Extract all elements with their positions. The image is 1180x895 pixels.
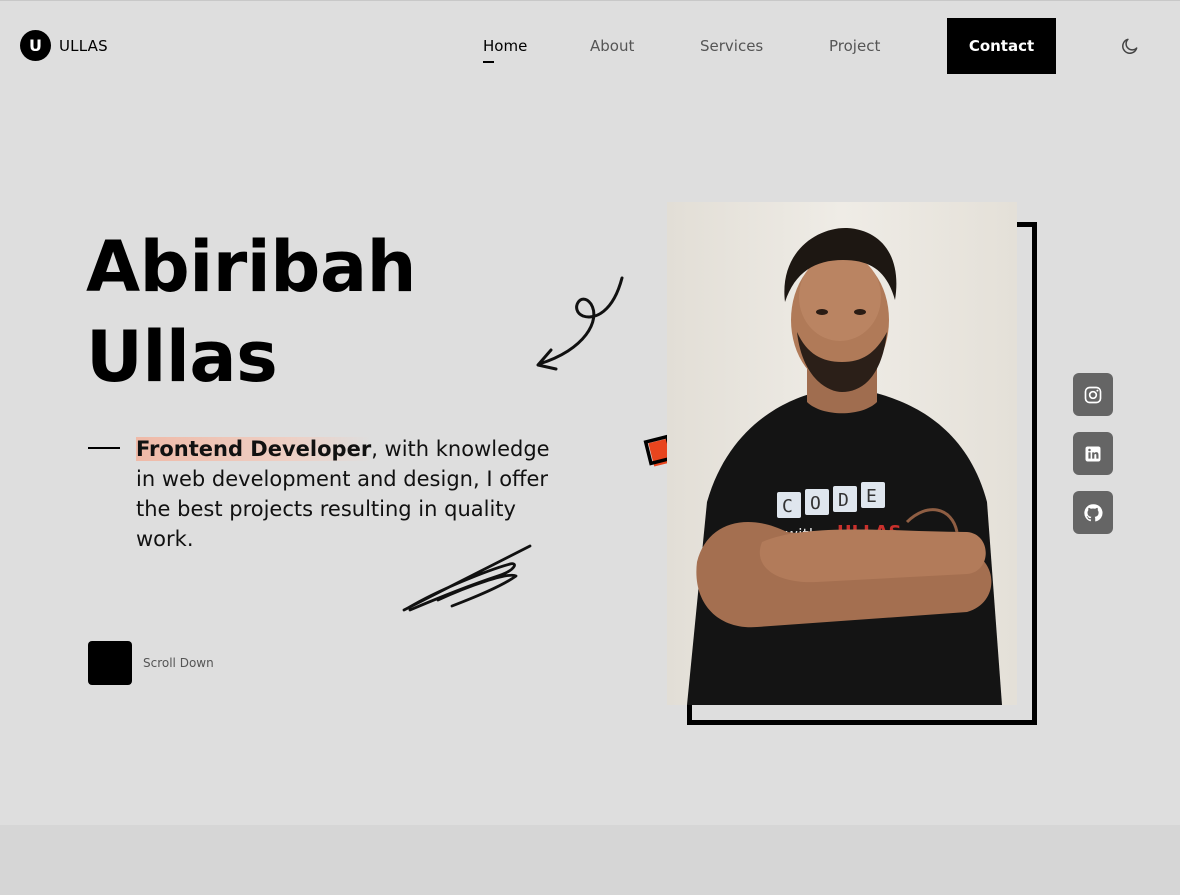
svg-text:O: O xyxy=(810,493,821,514)
nav-home-label: Home xyxy=(483,37,528,55)
linkedin-icon xyxy=(1085,446,1101,461)
svg-text:E: E xyxy=(866,486,877,507)
svg-text:D: D xyxy=(838,490,849,511)
contact-button[interactable]: Contact xyxy=(947,18,1056,74)
hero-last-name: Ullas xyxy=(86,316,278,398)
curly-arrow-doodle xyxy=(536,276,624,371)
active-indicator xyxy=(483,61,494,63)
nav-home[interactable]: Home xyxy=(483,37,528,63)
next-section-band xyxy=(0,825,1180,895)
scroll-down-label: Scroll Down xyxy=(143,656,214,670)
description-dash xyxy=(88,447,120,449)
svg-text:C: C xyxy=(782,496,793,517)
github-link[interactable] xyxy=(1073,491,1113,534)
logo-badge: U xyxy=(20,30,51,61)
hero-description: Frontend Developer, with knowledge in we… xyxy=(136,434,556,554)
theme-toggle[interactable] xyxy=(1118,34,1142,58)
role-highlight: Frontend Developer xyxy=(136,437,372,461)
linkedin-link[interactable] xyxy=(1073,432,1113,475)
nav-project[interactable]: Project xyxy=(829,37,880,55)
logo[interactable]: U ULLAS xyxy=(20,30,108,61)
profile-photo: C O D E with ULLAS xyxy=(667,202,1017,705)
scribble-doodle xyxy=(402,544,532,612)
logo-text: ULLAS xyxy=(59,36,108,55)
moon-icon xyxy=(1122,38,1138,54)
instagram-link[interactable] xyxy=(1073,373,1113,416)
nav-about[interactable]: About xyxy=(590,37,634,55)
hero-first-name: Abiribah xyxy=(86,226,416,308)
github-icon xyxy=(1084,503,1103,521)
instagram-icon xyxy=(1084,386,1102,403)
hero-name: Abiribah Ullas xyxy=(86,222,506,402)
portrait-illustration: C O D E with ULLAS xyxy=(667,202,1017,705)
top-divider xyxy=(0,0,1180,1)
scroll-down-button[interactable] xyxy=(88,641,132,685)
nav-services[interactable]: Services xyxy=(700,37,763,55)
